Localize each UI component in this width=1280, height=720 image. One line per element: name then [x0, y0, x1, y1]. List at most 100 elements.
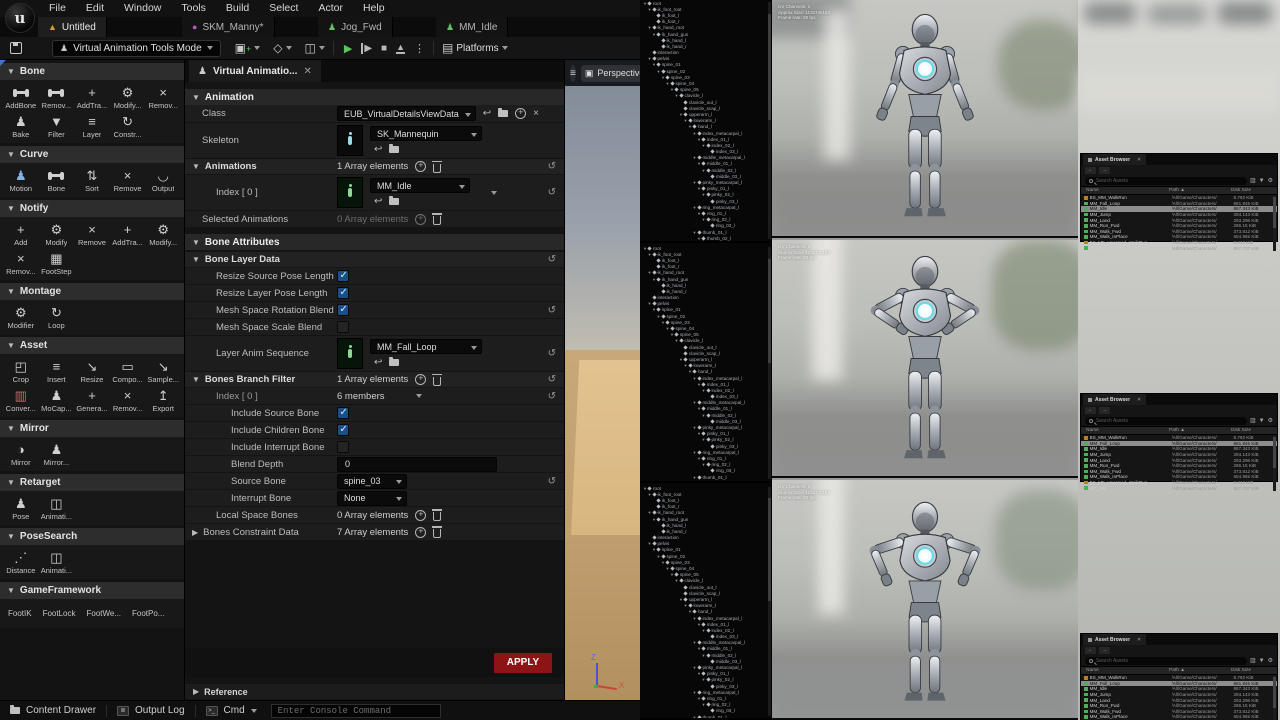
tool-mirror[interactable]: ◑Mirror: [3, 442, 39, 467]
tool-output[interactable]: ◡Output: [145, 168, 181, 193]
editor-mode-dropdown[interactable]: ♟ Virtual Animation Tools Mode: [52, 40, 221, 57]
reset-to-default-icon[interactable]: ↺: [548, 187, 556, 198]
menu-build[interactable]: Build: [217, 0, 258, 17]
tool-remove[interactable]: ×Remove: [74, 222, 110, 247]
add-actor-button[interactable]: ▣+: [235, 41, 252, 55]
palette-section-asset[interactable]: ▼Asset: [0, 337, 184, 354]
tool-addtra[interactable]: +AddTra...: [110, 222, 146, 247]
play-button[interactable]: ▶: [344, 42, 352, 55]
tool-conver[interactable]: ▥Conver...: [3, 388, 39, 413]
cinematics-button[interactable]: ◫: [305, 41, 316, 55]
asset-row-mm_fall_loop[interactable]: MM_Fall_Loop/All/Game/Characters/681.845…: [1081, 201, 1277, 207]
search-input[interactable]: Search Assets: [1085, 657, 1247, 665]
bone-node[interactable]: ▼thumb_01_l: [640, 714, 772, 720]
tool-footlock[interactable]: FootLock: [43, 609, 76, 618]
asset-row-mm_idle[interactable]: MM_Idle/All/Game/Characters/867.343 KiB: [1081, 206, 1277, 212]
asset-row-mm_jump[interactable]: MM_Jump/All/Game/Characters/284.143 KiB: [1081, 452, 1277, 458]
column-size[interactable]: Disk Size: [1231, 428, 1271, 433]
unreal-logo-icon[interactable]: u: [5, 3, 35, 33]
chevron-down-icon[interactable]: [319, 46, 325, 53]
asset-row-mm_idle[interactable]: MM_Idle/All/Game/Characters/867.343 KiB: [1081, 446, 1277, 452]
asset-row-mm_fall_loop[interactable]: MM_Fall_Loop/All/Game/Characters/681.845…: [1081, 441, 1277, 447]
tab-mm_idle[interactable]: ♟MM_Idle: [436, 17, 508, 37]
reset-to-default-icon[interactable]: ↺: [548, 161, 556, 172]
asset-row-mm_walk_inplace[interactable]: MM_Walk_InPlace/All/Game/Characters/554.…: [1081, 234, 1277, 240]
skeleton-dropdown[interactable]: SK_Mannequin: [370, 126, 482, 141]
menu-window[interactable]: Window: [115, 0, 170, 17]
cmd-dropdown[interactable]: >_ Cmd: [196, 705, 267, 716]
step-button[interactable]: ▶: [361, 43, 372, 54]
tool-footik[interactable]: FootIK: [8, 609, 32, 618]
asset-row-bs_mm_walkrun[interactable]: BS_MM_WalkRun/All/Game/Characters/8.792 …: [1081, 435, 1277, 441]
palette-section-curve[interactable]: ▼Curve: [0, 146, 184, 163]
asset-browser-tab[interactable]: Asset Browser✕: [1083, 634, 1146, 645]
menu-help[interactable]: Help: [354, 0, 394, 17]
skeleton-tree-1[interactable]: ▼root▼ik_foot_rootik_foot_lik_foot_r▼ik_…: [640, 0, 772, 243]
asset-row-mm_jump[interactable]: MM_Jump/All/Game/Characters/284.143 KiB: [1081, 212, 1277, 218]
tab-jog_fwd[interactable]: ♟Jog_Fwd: [318, 17, 393, 37]
palette-section-notify[interactable]: ▼Notify: [0, 200, 184, 217]
scrollbar[interactable]: [1273, 675, 1276, 720]
add-element-icon[interactable]: [415, 527, 426, 538]
perspective-button[interactable]: ▣ Perspective: [581, 65, 640, 82]
settings-gear-icon[interactable]: ⚙: [1268, 657, 1273, 664]
menu-select[interactable]: Select: [260, 0, 307, 17]
reset-to-default-icon[interactable]: ↺: [548, 391, 556, 402]
use-selected-icon[interactable]: ↩: [374, 144, 382, 155]
asset-row-bs_mm_walkrun[interactable]: BS_MM_WalkRun/All/Game/Characters/8.792 …: [1081, 675, 1277, 681]
browse-to-asset-icon[interactable]: [498, 110, 508, 117]
tool-pose[interactable]: ♟Pose: [3, 496, 39, 521]
blueprints-button[interactable]: ◇: [273, 41, 282, 55]
play-options-kebab-icon[interactable]: ⋮: [414, 42, 425, 55]
level-viewport[interactable]: ≡ ▣ Perspective Z X: [565, 60, 640, 700]
tool-remov[interactable]: ×Remov...: [110, 388, 146, 413]
layer-anim-dropdown[interactable]: MM_Fall_Loop: [370, 339, 482, 354]
tool-modify[interactable]: ⚙Modify: [39, 222, 75, 247]
source-bone-dropdown[interactable]: spine_03: [337, 474, 407, 489]
animation-dropdown[interactable]: MM_Idle: [370, 178, 470, 193]
use-selected-icon[interactable]: ↩: [374, 196, 382, 207]
menu-edit[interactable]: Edit: [77, 0, 113, 17]
column-path[interactable]: Path ▲: [1169, 668, 1231, 673]
delete-icon[interactable]: [433, 377, 441, 386]
checkbox[interactable]: [337, 441, 349, 453]
reset-to-default-icon[interactable]: ↺: [548, 374, 556, 385]
animation-thumbnail[interactable]: [337, 338, 363, 369]
tool-addtra[interactable]: +AddTra...: [74, 85, 110, 110]
close-icon[interactable]: ✕: [1137, 397, 1141, 403]
menu-file[interactable]: File: [40, 0, 75, 17]
tool-crop[interactable]: ◰Crop: [3, 359, 39, 384]
back-button[interactable]: ←: [1085, 647, 1096, 654]
tool-sample[interactable]: ↘Sample...: [145, 359, 181, 384]
asset-browser-tab[interactable]: Asset Browser✕: [1083, 394, 1146, 405]
checkbox[interactable]: [337, 270, 349, 282]
asset-row-bs_mf_unarmed_walkrun[interactable]: BS_MF_Unarmed_WalkRun/All/Game/Character…: [1081, 480, 1277, 486]
details-panel-tab[interactable]: ♟ Virtual Animatio... ✕: [189, 60, 321, 82]
tool-add[interactable]: +Add: [3, 222, 39, 247]
forward-button[interactable]: →: [1099, 167, 1110, 174]
tool-genera[interactable]: +Genera...: [74, 388, 110, 413]
use-selected-icon[interactable]: ↩: [374, 357, 382, 368]
tool-constr[interactable]: ↻Constr...: [110, 114, 146, 139]
palette-section-bone[interactable]: ▼Bone: [0, 63, 184, 80]
tool-remove[interactable]: ×Remove: [110, 168, 146, 193]
viewport-menu-icon[interactable]: ≡: [570, 65, 576, 82]
animations-array-header[interactable]: ▼ Animations 1 Array elements ↺: [185, 159, 564, 175]
tool-animati[interactable]: ◫Animati...: [39, 496, 75, 521]
bone-attributes-category-header[interactable]: ▼ Bone Attributes: [185, 234, 564, 250]
asset-row-mm_idle[interactable]: MM_Idle/All/Game/Characters/867.343 KiB: [1081, 686, 1277, 692]
animation-category-header[interactable]: ▼ Animation: [185, 89, 564, 105]
checkbox[interactable]: [337, 321, 349, 333]
tool-layer[interactable]: ≡Layer: [74, 114, 110, 139]
tab-untitled[interactable]: ▲Untitled: [38, 17, 107, 37]
add-icon[interactable]: [515, 108, 526, 119]
delete-icon[interactable]: [433, 529, 441, 538]
back-button[interactable]: ←: [1085, 167, 1096, 174]
use-selected-icon[interactable]: ↩: [483, 108, 491, 119]
tool-sort[interactable]: ⇅Sort: [74, 168, 110, 193]
palette-section-retarget[interactable]: ▼Retarget: [0, 474, 184, 491]
skeleton-thumbnail[interactable]: [337, 125, 363, 156]
add-element-icon[interactable]: [415, 510, 426, 521]
tool-insert[interactable]: ≡Insert: [39, 359, 75, 384]
tool-footstep[interactable]: ▦FootStep: [39, 251, 75, 276]
